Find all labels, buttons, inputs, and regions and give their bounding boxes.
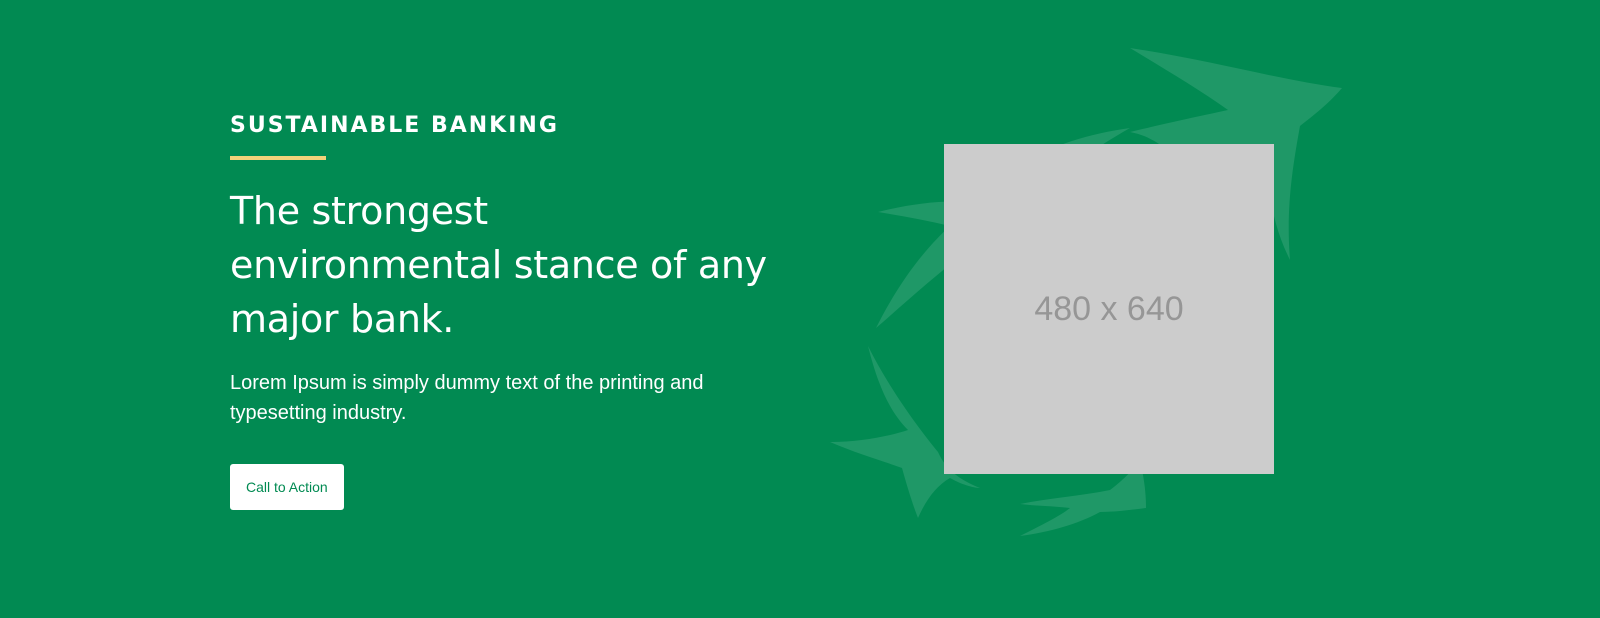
accent-divider [230,156,326,160]
eyebrow-label: SUSTAINABLE BANKING [230,113,559,138]
hero-content: SUSTAINABLE BANKING The strongest enviro… [230,112,790,510]
hero-body-text: Lorem Ipsum is simply dummy text of the … [230,372,704,424]
hero-banner: SUSTAINABLE BANKING The strongest enviro… [0,0,1600,618]
image-placeholder: 480 x 640 [944,144,1274,474]
hero-headline: The strongest environmental stance of an… [230,189,767,341]
image-placeholder-label: 480 x 640 [1034,289,1184,328]
call-to-action-button[interactable]: Call to Action [230,464,344,510]
